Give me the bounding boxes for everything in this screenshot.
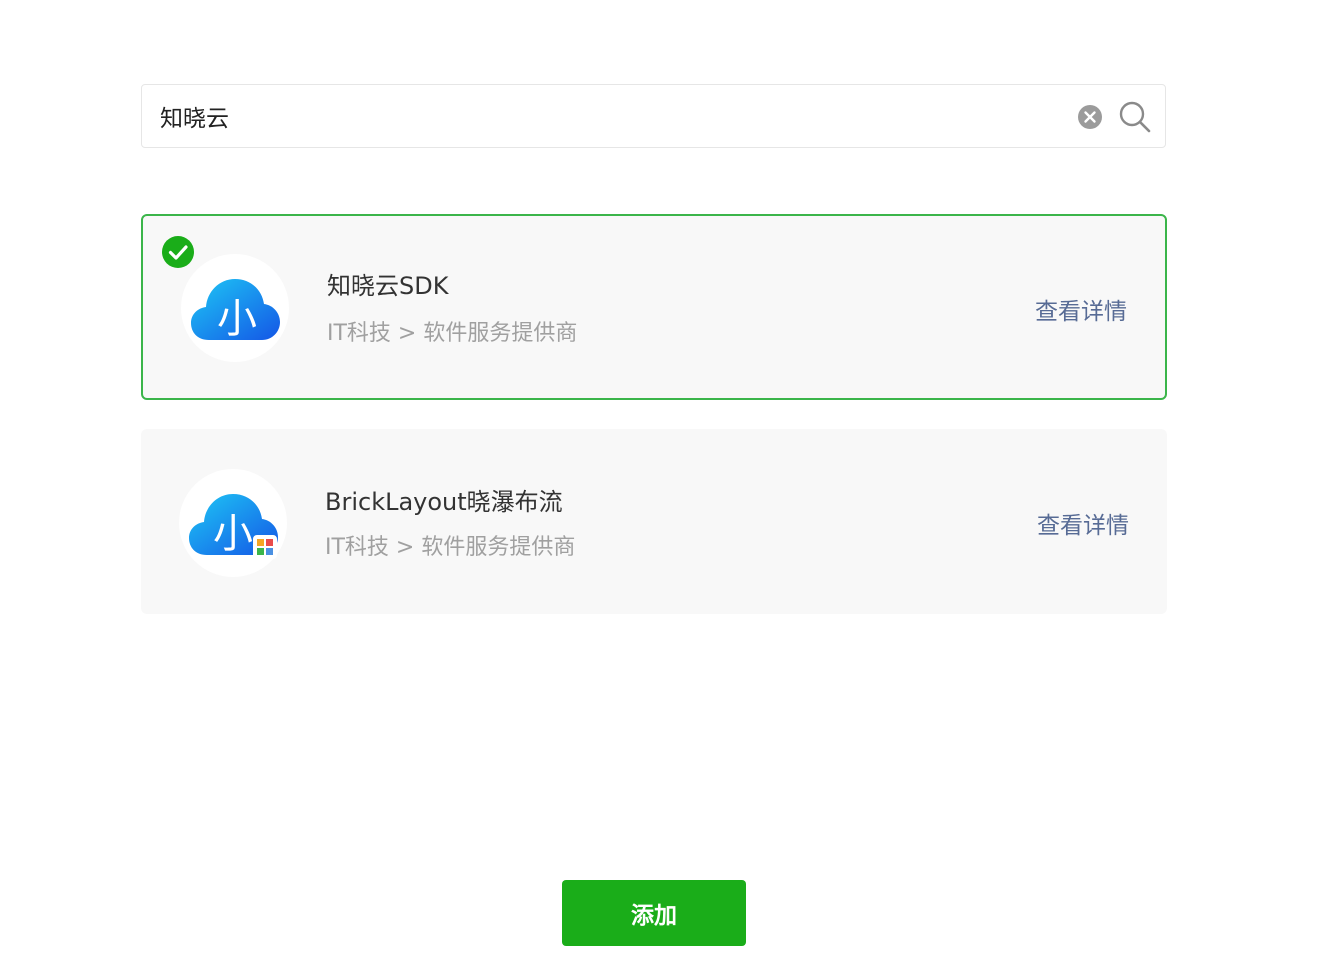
result-card-bricklayout[interactable]: 小 BrickLayout晓瀑布流 IT科技 > 软件服务提供商 查看详情: [141, 429, 1167, 614]
search-bar: [141, 84, 1166, 148]
search-input[interactable]: [160, 85, 1040, 147]
search-icon[interactable]: [1118, 100, 1152, 134]
app-category: IT科技 > 软件服务提供商: [327, 321, 578, 346]
result-card-zhixiaoyun-sdk[interactable]: 小 知晓云SDK IT科技 > 软件服务提供商 查看详情: [141, 214, 1167, 400]
cloud-plugin-logo-icon: 小: [179, 469, 287, 577]
add-button[interactable]: 添加: [562, 880, 746, 946]
plugin-search-page: 小 知晓云SDK IT科技 > 软件服务提供商 查看详情 小: [0, 0, 1320, 955]
app-name: 知晓云SDK: [327, 272, 449, 300]
view-detail-link[interactable]: 查看详情: [1035, 292, 1127, 326]
cloud-logo-icon: 小: [181, 254, 289, 362]
app-name: BrickLayout晓瀑布流: [325, 488, 563, 516]
logo-glyph: 小: [217, 296, 257, 342]
app-category: IT科技 > 软件服务提供商: [325, 535, 576, 560]
view-detail-link[interactable]: 查看详情: [1037, 506, 1129, 540]
clear-icon[interactable]: [1077, 104, 1103, 130]
logo-glyph: 小: [213, 511, 253, 557]
